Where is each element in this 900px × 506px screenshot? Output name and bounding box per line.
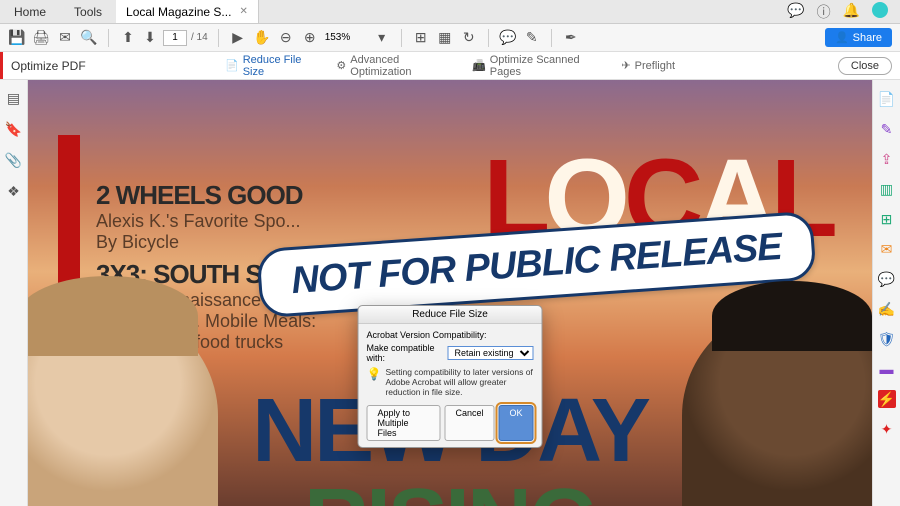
save-icon[interactable]: 💾 [8,29,26,47]
lightbulb-icon: 💡 [367,367,382,397]
optimize-bar: Optimize PDF 📄Reduce File Size ⚙Advanced… [0,52,900,80]
fill-sign-icon[interactable]: ✍ [878,300,896,318]
hint-text: Setting compatibility to later versions … [385,367,533,397]
compat-label: Acrobat Version Compatibility: [367,330,534,340]
more-tools-icon[interactable]: ✦ [878,420,896,438]
share-icon: 👤 [835,31,849,44]
reduce-label: Reduce File Size [243,54,319,78]
tab-bar: Home Tools Local Magazine S... ✕ 💬 ⓘ 🔔 [0,0,900,24]
combine-icon[interactable]: ⊞ [878,210,896,228]
ok-button[interactable]: OK [498,405,533,441]
tab-home[interactable]: Home [0,0,60,23]
zoom-in-icon[interactable]: ⊕ [301,29,319,47]
page-up-icon[interactable]: ⬆ [119,29,137,47]
search-icon[interactable]: 🔍 [80,29,98,47]
avatar[interactable] [872,2,888,18]
help-icon[interactable]: ⓘ [817,2,831,22]
separator [551,29,552,47]
close-tab-icon[interactable]: ✕ [239,6,247,17]
pointer-icon[interactable]: ▶ [229,29,247,47]
export-pdf-icon[interactable]: ⇪ [878,150,896,168]
chat-icon[interactable]: 💬 [787,2,804,22]
separator [401,29,402,47]
headline-rising: RISING [304,470,596,506]
page-total: / 14 [191,32,208,43]
sign-icon[interactable]: ✒ [562,29,580,47]
create-pdf-icon[interactable]: 📄 [878,90,896,108]
comment-icon[interactable]: 💬 [499,29,517,47]
tab-document-label: Local Magazine S... [126,5,231,19]
optimize-tool-icon[interactable]: ⚡ [878,390,896,408]
scanned-label: Optimize Scanned Pages [490,54,604,78]
headline-1: 2 WHEELS GOOD [96,180,323,211]
compatibility-select[interactable]: Retain existing [448,346,534,360]
main-toolbar: 💾 🖨 ✉ 🔍 ⬆ ⬇ / 14 ▶ ✋ ⊖ ⊕ 153% ▾ ⊞ ▦ ↻ 💬 … [0,24,900,52]
rotate-icon[interactable]: ↻ [460,29,478,47]
comment-tool-icon[interactable]: 💬 [878,270,896,288]
mail-icon[interactable]: ✉ [56,29,74,47]
reduce-file-size-button[interactable]: 📄Reduce File Size [225,54,318,78]
preflight-button[interactable]: ✈Preflight [621,54,675,78]
work-area: ▤ 🔖 📎 ❖ LOCAL 2 WHEELS GOOD Alexis K.'s … [0,80,900,506]
notifications-icon[interactable]: 🔔 [843,2,860,22]
highlight-icon[interactable]: ✎ [523,29,541,47]
thumbnails-icon[interactable]: ▤ [7,90,20,107]
share-label: Share [853,32,882,44]
organize-icon[interactable]: ▥ [878,180,896,198]
redact-icon[interactable]: ▬ [878,360,896,378]
tab-document[interactable]: Local Magazine S... ✕ [116,0,259,23]
page-input[interactable] [163,30,187,46]
separator [488,29,489,47]
share-button[interactable]: 👤 Share [825,28,892,47]
make-compatible-label: Make compatible with: [367,343,444,363]
tab-tools[interactable]: Tools [60,0,116,23]
separator [218,29,219,47]
close-bar-button[interactable]: Close [838,57,892,75]
right-rail: 📄 ✎ ⇪ ▥ ⊞ ✉ 💬 ✍ 🛡 ▬ ⚡ ✦ [872,80,900,506]
left-rail: ▤ 🔖 📎 ❖ [0,80,28,506]
reduce-file-size-dialog: Reduce File Size Acrobat Version Compati… [358,305,543,448]
hand-icon[interactable]: ✋ [253,29,271,47]
edit-pdf-icon[interactable]: ✎ [878,120,896,138]
apply-multiple-button[interactable]: Apply to Multiple Files [367,405,441,441]
preflight-label: Preflight [635,60,675,72]
dialog-title: Reduce File Size [359,306,542,324]
cancel-button[interactable]: Cancel [444,405,494,441]
sub-1a: Alexis K.'s Favorite Spo... [96,211,323,232]
zoom-out-icon[interactable]: ⊖ [277,29,295,47]
cover-face-right [682,306,872,506]
layers-icon[interactable]: ❖ [7,183,20,200]
advanced-optimization-button[interactable]: ⚙Advanced Optimization [336,54,454,78]
document-canvas[interactable]: LOCAL 2 WHEELS GOOD Alexis K.'s Favorite… [28,80,872,506]
print-icon[interactable]: 🖨 [32,29,50,47]
page-down-icon[interactable]: ⬇ [141,29,159,47]
bookmarks-icon[interactable]: 🔖 [5,121,22,138]
advanced-label: Advanced Optimization [350,54,454,78]
cover-face-left [28,306,218,506]
send-icon[interactable]: ✉ [878,240,896,258]
attachments-icon[interactable]: 📎 [5,152,22,169]
fit-width-icon[interactable]: ⊞ [412,29,430,47]
zoom-level[interactable]: 153% [325,32,367,43]
optimize-title: Optimize PDF [0,52,94,79]
page-nav: ⬆ ⬇ / 14 [119,29,208,47]
chevron-down-icon[interactable]: ▾ [373,29,391,47]
fit-page-icon[interactable]: ▦ [436,29,454,47]
separator [108,29,109,47]
optimize-scanned-button[interactable]: 📠Optimize Scanned Pages [472,54,603,78]
protect-icon[interactable]: 🛡 [878,330,896,348]
